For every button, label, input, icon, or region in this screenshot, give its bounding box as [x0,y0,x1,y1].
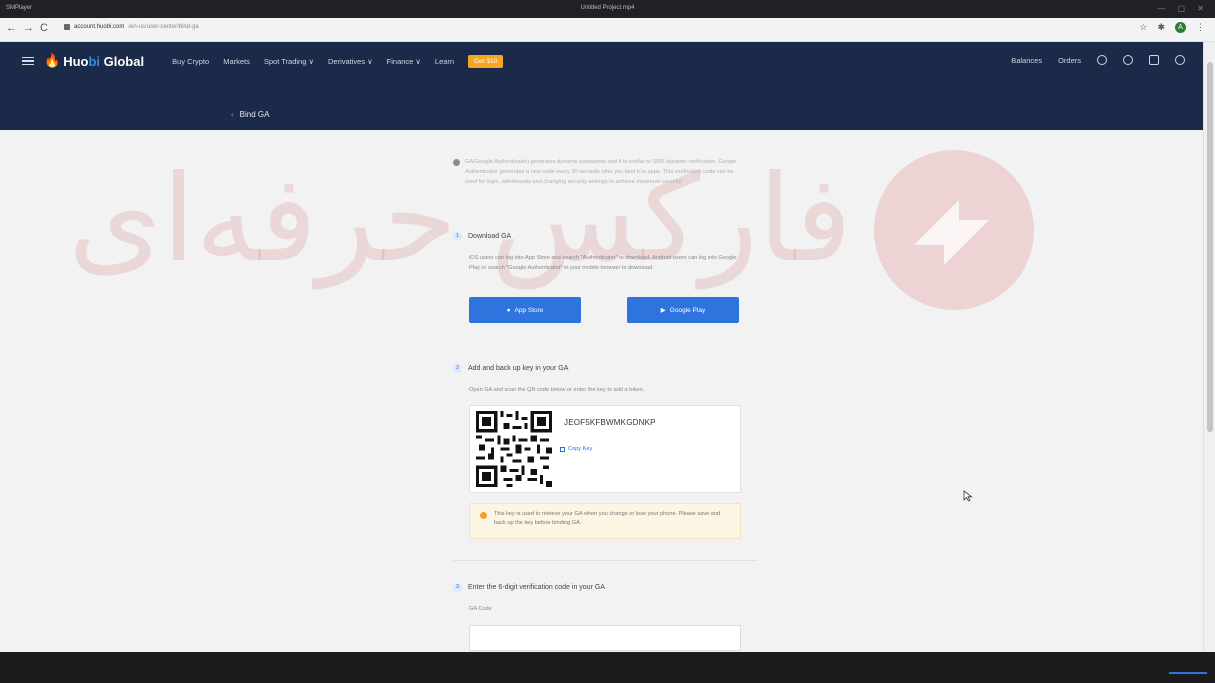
mouse-cursor-icon [963,490,973,502]
scrollbar[interactable] [1203,42,1215,652]
ga-code-input[interactable] [469,625,741,651]
browser-right-tools: ☆ ✱ A ⋮ [1139,22,1205,33]
app-store-label: App Store [514,306,544,314]
step-title: Add and back up key in your GA [468,365,569,372]
menu-learn[interactable]: Learn [435,57,454,66]
menu-spot-trading[interactable]: Spot Trading ∨ [264,57,314,66]
window-controls[interactable]: — ▢ ✕ [1157,4,1209,13]
warning-icon [480,512,487,519]
main-menu: Buy Crypto Markets Spot Trading ∨ Deriva… [172,54,504,68]
step-number: 1 [453,232,462,241]
ga-secret-key: JEOF5KFBWMKGDNKP [564,418,656,427]
ga-notice-text: GA(Google Authenticator) generates dynam… [465,159,737,185]
app-store-button[interactable]: ● App Store [469,297,581,323]
window-title: Untitled Project.mp4 [580,5,635,11]
logo-text-c: Global [100,53,145,69]
flame-icon: 🔥 [44,53,61,68]
step-number: 3 [453,583,462,592]
menu-derivatives[interactable]: Derivatives ∨ [328,57,373,66]
address-bar[interactable]: account.huobi.com/en-us/user-center/bind… [64,24,199,30]
play-icon: ▶ [660,307,666,314]
scrollbar-thumb[interactable] [1207,62,1213,432]
menu-finance[interactable]: Finance ∨ [387,57,421,66]
key-box: JEOF5KFBWMKGDNKP Copy Key [469,405,741,493]
profile-avatar[interactable]: A [1175,22,1186,33]
orders-link[interactable]: Orders [1058,56,1081,65]
copy-key-button[interactable]: Copy Key [560,446,592,452]
user-icon[interactable] [1097,55,1107,65]
browser-toolbar: ←→C account.huobi.com/en-us/user-center/… [0,18,1215,42]
step-title: Download GA [468,233,512,240]
site-header: 🔥 Huobi Global Buy Crypto Markets Spot T… [0,42,1203,130]
step-1-header: 1 Download GA [453,232,511,241]
video-player-titlebar: SMPlayer Untitled Project.mp4 — ▢ ✕ [0,0,1215,18]
copy-icon [560,446,565,452]
google-play-button[interactable]: ▶ Google Play [627,297,739,323]
download-app-icon[interactable] [1149,55,1159,65]
menu-buy-crypto[interactable]: Buy Crypto [172,57,209,66]
url-domain: account.huobi.com [74,24,125,30]
qr-code [476,411,552,487]
page-title-text: Bind GA [239,110,270,119]
hamburger-icon[interactable] [22,56,34,66]
ga-code-label: GA Code [469,606,492,612]
info-icon [453,159,460,166]
kebab-menu-icon[interactable]: ⋮ [1196,22,1205,33]
player-controls-bar [0,652,1215,683]
watermark-logo-icon [874,150,1034,310]
logo-text-a: Huo [63,53,89,69]
page-title: ‹ Bind GA [231,110,269,119]
backup-warning: This key is used to retrieve your GA whe… [469,503,741,539]
lock-icon [64,24,70,30]
get-bonus-badge[interactable]: Get $10 [468,54,504,68]
copy-key-label: Copy Key [568,446,593,452]
step-2-text: Open GA and scan the QR code below or en… [469,387,645,393]
star-icon[interactable]: ☆ [1139,22,1147,33]
globe-icon[interactable] [1175,55,1185,65]
step-title: Enter the 6-digit verification code in y… [468,584,605,591]
huobi-logo[interactable]: 🔥 Huobi Global [44,53,144,69]
top-nav: 🔥 Huobi Global Buy Crypto Markets Spot T… [0,42,1203,80]
google-play-label: Google Play [669,306,706,314]
step-number: 2 [453,364,462,373]
extensions-icon[interactable]: ✱ [1157,22,1165,33]
divider [453,560,757,561]
ga-notice: GA(Google Authenticator) generates dynam… [453,157,743,187]
logo-text-b: bi [88,53,101,69]
bell-icon[interactable] [1123,55,1133,65]
url-path: /en-us/user-center/bind-ga [128,24,199,30]
browser-nav-icons[interactable]: ←→C [6,22,54,34]
apple-icon: ● [506,306,511,314]
step-3-header: 3 Enter the 6-digit verification code in… [453,583,605,592]
menu-markets[interactable]: Markets [223,57,250,66]
playback-progress[interactable] [1169,672,1207,674]
back-arrow-icon[interactable]: ‹ [231,110,234,119]
header-right: Balances Orders [1011,55,1185,65]
step-2-header: 2 Add and back up key in your GA [453,364,568,373]
balances-link[interactable]: Balances [1011,56,1042,65]
backup-warning-text: This key is used to retrieve your GA whe… [494,511,721,526]
watermark-text-left: حرفه‌ای [68,150,458,289]
step-1-text: iOS users can log into App Store and sea… [469,255,737,271]
